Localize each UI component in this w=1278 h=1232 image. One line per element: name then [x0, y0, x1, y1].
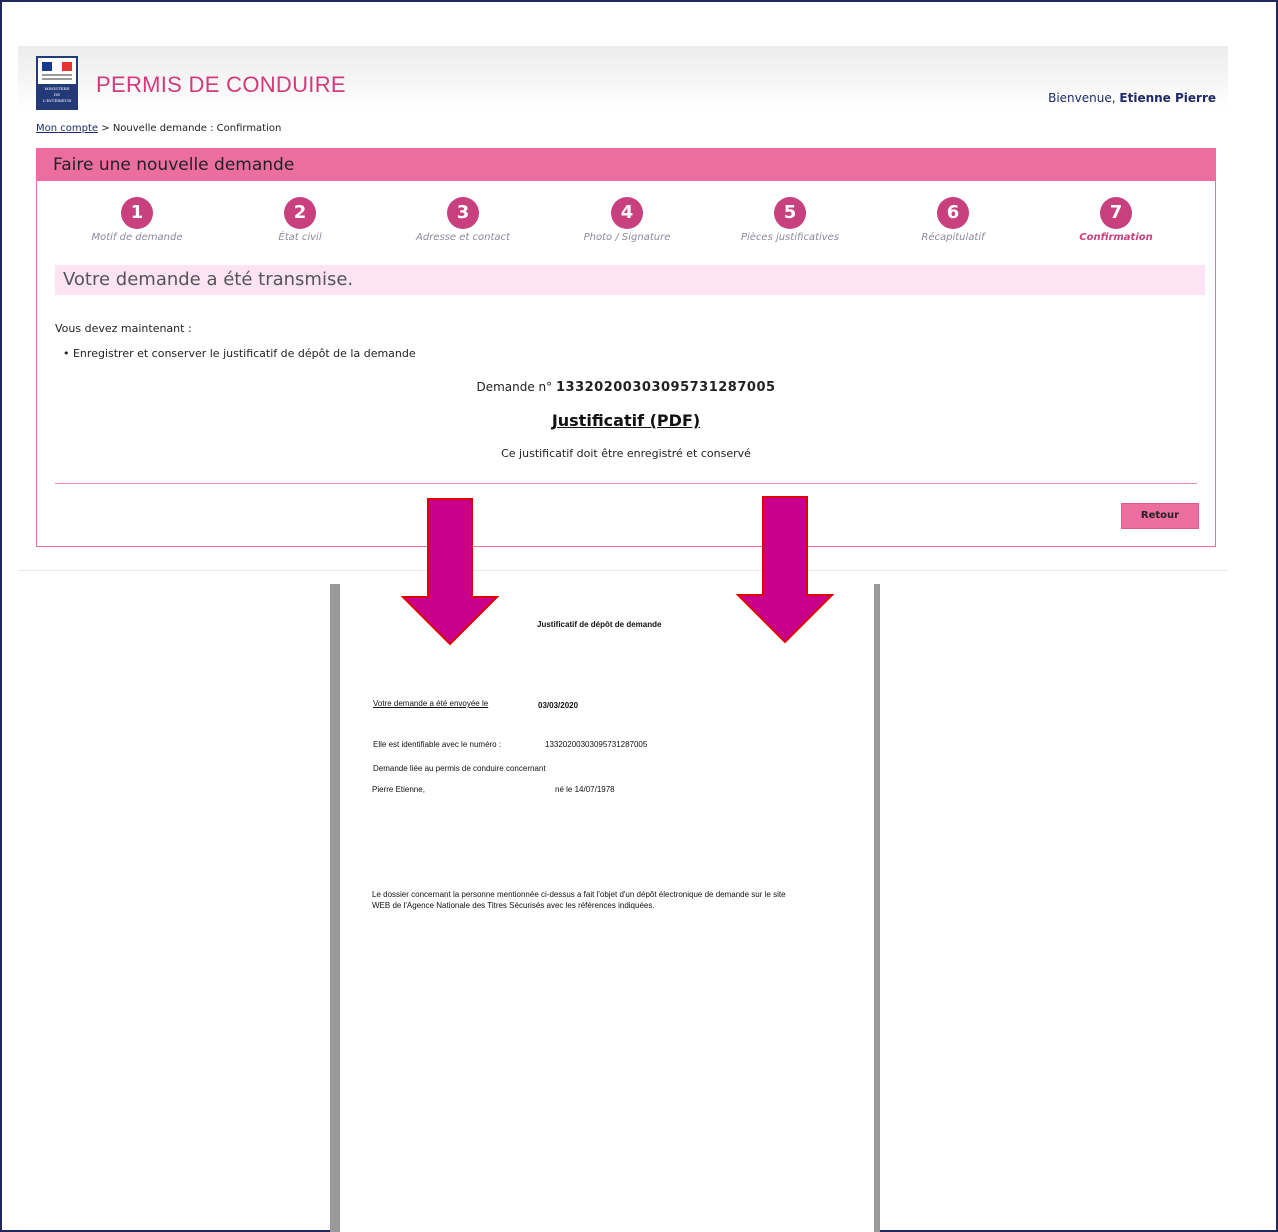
request-number-value: 13320200303095731287005	[555, 380, 776, 395]
step-label: Récapitulatif	[921, 232, 985, 243]
ministry-logo: MINISTÈRE DE L'INTÉRIEUR	[36, 56, 78, 110]
step-number: 2	[284, 197, 316, 229]
retour-button[interactable]: Retour	[1121, 503, 1199, 529]
step-number: 6	[937, 197, 969, 229]
app-title: PERMIS DE CONDUIRE	[96, 72, 346, 97]
breadcrumb-separator: >	[101, 123, 110, 134]
breadcrumb-home-link[interactable]: Mon compte	[36, 123, 98, 134]
step-4: 4 Photo / Signature	[547, 197, 707, 243]
step-label: Confirmation	[1079, 232, 1153, 243]
step-label: Photo / Signature	[583, 232, 671, 243]
divider	[55, 483, 1197, 484]
pdf-download-link: Justificatif (PDF)	[37, 411, 1215, 430]
step-number: 3	[447, 197, 479, 229]
pdf-link-text[interactable]: Justificatif (PDF)	[552, 411, 700, 430]
pdf-document-preview: Justificatif de dépôt de demande Votre d…	[330, 584, 880, 1232]
breadcrumb: Mon compte > Nouvelle demande : Confirma…	[36, 123, 281, 134]
step-number: 7	[1100, 197, 1132, 229]
instruction-title: Vous devez maintenant :	[55, 322, 192, 335]
step-label: Motif de demande	[91, 232, 183, 243]
success-banner: Votre demande a été transmise.	[55, 265, 1205, 295]
request-number: Demande n° 13320200303095731287005	[37, 380, 1215, 395]
new-request-panel: Faire une nouvelle demande 1 Motif de de…	[36, 148, 1216, 547]
step-3: 3 Adresse et contact	[383, 197, 543, 243]
id-label: Elle est identifiable avec le numéro :	[373, 740, 502, 749]
id-value: 13320200303095731287005	[545, 740, 648, 749]
step-2: 2 État civil	[220, 197, 380, 243]
sent-date: 03/03/2020	[538, 701, 579, 710]
down-arrow-right-icon	[735, 496, 835, 644]
step-1: 1 Motif de demande	[57, 197, 217, 243]
down-arrow-left-icon	[400, 498, 500, 646]
step-number: 4	[611, 197, 643, 229]
birth-date: né le 14/07/1978	[555, 785, 615, 794]
document-right-edge	[874, 584, 880, 1232]
progress-steps: 1 Motif de demande 2 État civil 3 Adress…	[37, 197, 1215, 247]
step-label: État civil	[278, 232, 322, 243]
footer-text-1: Le dossier concernant la personne mentio…	[372, 890, 786, 899]
sent-label: Votre demande a été envoyée le	[373, 699, 489, 708]
site-header: MINISTÈRE DE L'INTÉRIEUR PERMIS DE CONDU…	[18, 46, 1228, 110]
step-number: 1	[121, 197, 153, 229]
step-7: 7 Confirmation	[1036, 197, 1196, 243]
step-6: 6 Récapitulatif	[873, 197, 1033, 243]
instruction-item: • Enregistrer et conserver le justificat…	[63, 347, 416, 360]
keep-note: Ce justificatif doit être enregistré et …	[501, 447, 751, 460]
linked-label: Demande liée au permis de conduire conce…	[373, 764, 546, 773]
person-name: Pierre Etienne,	[372, 785, 425, 794]
welcome-prefix: Bienvenue,	[1048, 91, 1116, 105]
footer-text-2: WEB de l'Agence Nationale des Titres Séc…	[372, 901, 655, 910]
breadcrumb-current: Nouvelle demande : Confirmation	[112, 123, 282, 134]
request-number-label: Demande n°	[476, 380, 553, 394]
french-flag-icon	[38, 58, 76, 84]
ministry-logo-text: MINISTÈRE DE L'INTÉRIEUR	[42, 86, 72, 103]
page-divider	[18, 570, 1228, 571]
welcome-message: Bienvenue, Etienne Pierre	[1048, 91, 1216, 105]
document-title: Justificatif de dépôt de demande	[537, 620, 662, 629]
step-label: Adresse et contact	[416, 232, 510, 243]
user-name: Etienne Pierre	[1119, 91, 1216, 105]
step-label: Pièces justificatives	[740, 232, 840, 243]
step-5: 5 Pièces justificatives	[710, 197, 870, 243]
panel-title: Faire une nouvelle demande	[37, 149, 1215, 181]
step-number: 5	[774, 197, 806, 229]
document-left-edge	[330, 584, 340, 1232]
